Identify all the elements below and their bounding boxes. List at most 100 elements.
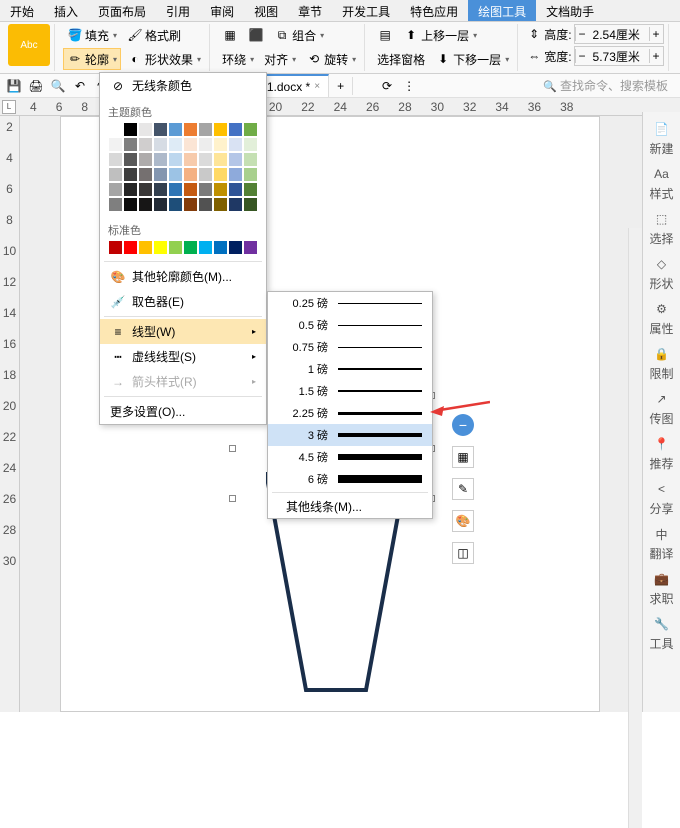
bring-forward-button[interactable]: ⬆上移一层▾ bbox=[399, 24, 481, 46]
color-swatch[interactable] bbox=[213, 167, 228, 182]
color-swatch[interactable] bbox=[168, 197, 183, 212]
close-icon[interactable]: × bbox=[314, 81, 320, 92]
wrap-button[interactable]: ▦ bbox=[218, 24, 242, 46]
tab-10[interactable]: 文档助手 bbox=[536, 0, 604, 21]
color-swatch[interactable] bbox=[213, 182, 228, 197]
tab-3[interactable]: 引用 bbox=[156, 0, 200, 21]
color-swatch[interactable] bbox=[198, 167, 213, 182]
color-swatch[interactable] bbox=[213, 240, 228, 255]
more-colors-item[interactable]: 🎨其他轮廓颜色(M)... bbox=[100, 264, 266, 289]
crop-button[interactable]: ◫ bbox=[452, 542, 474, 564]
no-line-item[interactable]: ⊘无线条颜色 bbox=[100, 73, 266, 98]
color-swatch[interactable] bbox=[123, 240, 138, 255]
width-input[interactable]: −5.73厘米+ bbox=[574, 46, 664, 66]
color-swatch[interactable] bbox=[123, 137, 138, 152]
tab-4[interactable]: 审阅 bbox=[200, 0, 244, 21]
vertical-scrollbar[interactable] bbox=[628, 228, 642, 828]
color-swatch[interactable] bbox=[168, 240, 183, 255]
color-swatch[interactable] bbox=[213, 152, 228, 167]
align-button[interactable]: ⬛ bbox=[244, 24, 268, 46]
sidebar-item[interactable]: 💼求职 bbox=[649, 570, 673, 607]
sidebar-item[interactable]: Aa样式 bbox=[649, 165, 673, 202]
color-swatch[interactable] bbox=[108, 182, 123, 197]
color-swatch[interactable] bbox=[138, 197, 153, 212]
color-swatch[interactable] bbox=[228, 197, 243, 212]
color-swatch[interactable] bbox=[198, 152, 213, 167]
align-dd-button[interactable]: 对齐▾ bbox=[260, 48, 300, 70]
tab-9[interactable]: 绘图工具 bbox=[468, 0, 536, 21]
color-swatch[interactable] bbox=[108, 122, 123, 137]
preview-icon[interactable]: 🔍 bbox=[50, 78, 66, 94]
sidebar-item[interactable]: ↗传图 bbox=[649, 390, 673, 427]
color-swatch[interactable] bbox=[153, 167, 168, 182]
color-swatch[interactable] bbox=[213, 197, 228, 212]
line-weight-item[interactable]: ≡线型(W)▸ bbox=[100, 319, 266, 344]
menu-icon[interactable]: ⋮ bbox=[401, 78, 417, 94]
weight-option[interactable]: 6 磅 bbox=[268, 468, 432, 490]
collapse-button[interactable]: − bbox=[452, 414, 474, 436]
weight-option[interactable]: 1 磅 bbox=[268, 358, 432, 380]
color-swatch[interactable] bbox=[213, 122, 228, 137]
color-swatch[interactable] bbox=[183, 197, 198, 212]
color-swatch[interactable] bbox=[228, 137, 243, 152]
weight-option[interactable]: 0.75 磅 bbox=[268, 336, 432, 358]
weight-option[interactable]: 1.5 磅 bbox=[268, 380, 432, 402]
color-swatch[interactable] bbox=[183, 137, 198, 152]
color-swatch[interactable] bbox=[243, 167, 258, 182]
tab-8[interactable]: 特色应用 bbox=[400, 0, 468, 21]
color-swatch[interactable] bbox=[168, 122, 183, 137]
color-swatch[interactable] bbox=[228, 182, 243, 197]
eyedropper-item[interactable]: 💉取色器(E) bbox=[100, 289, 266, 314]
color-swatch[interactable] bbox=[243, 122, 258, 137]
color-swatch[interactable] bbox=[198, 137, 213, 152]
refresh-icon[interactable]: ⟳ bbox=[379, 78, 395, 94]
color-swatch[interactable] bbox=[123, 167, 138, 182]
shape-effect-button[interactable]: ◐形状效果▾ bbox=[123, 48, 205, 70]
color-swatch[interactable] bbox=[153, 137, 168, 152]
shape-style-preview[interactable]: Abc bbox=[8, 24, 50, 66]
color-swatch[interactable] bbox=[183, 152, 198, 167]
color-swatch[interactable] bbox=[138, 122, 153, 137]
color-swatch[interactable] bbox=[138, 182, 153, 197]
sidebar-item[interactable]: 📍推荐 bbox=[649, 435, 673, 472]
color-swatch[interactable] bbox=[168, 182, 183, 197]
tab-add[interactable]: + bbox=[329, 77, 353, 95]
color-swatch[interactable] bbox=[108, 167, 123, 182]
color-swatch[interactable] bbox=[153, 182, 168, 197]
color-swatch[interactable] bbox=[153, 240, 168, 255]
outline-button[interactable]: ✏轮廓▾ bbox=[63, 48, 121, 70]
height-decrement[interactable]: − bbox=[575, 27, 589, 41]
color-swatch[interactable] bbox=[243, 182, 258, 197]
tab-0[interactable]: 开始 bbox=[0, 0, 44, 21]
color-swatch[interactable] bbox=[243, 137, 258, 152]
color-swatch[interactable] bbox=[183, 167, 198, 182]
more-settings-item[interactable]: 更多设置(O)... bbox=[100, 399, 266, 424]
weight-option[interactable]: 0.25 磅 bbox=[268, 292, 432, 314]
color-swatch[interactable] bbox=[108, 197, 123, 212]
layout-button[interactable]: ▦ bbox=[452, 446, 474, 468]
color-swatch[interactable] bbox=[198, 197, 213, 212]
search-input[interactable]: 🔍 查找命令、搜索模板 bbox=[537, 75, 674, 96]
weight-option[interactable]: 3 磅 bbox=[268, 424, 432, 446]
color-swatch[interactable] bbox=[198, 240, 213, 255]
width-decrement[interactable]: − bbox=[575, 49, 589, 63]
tab-5[interactable]: 视图 bbox=[244, 0, 288, 21]
sidebar-item[interactable]: ◇形状 bbox=[649, 255, 673, 292]
color-swatch[interactable] bbox=[168, 152, 183, 167]
sidebar-item[interactable]: 🔒限制 bbox=[649, 345, 673, 382]
width-increment[interactable]: + bbox=[649, 49, 663, 63]
color-swatch[interactable] bbox=[123, 122, 138, 137]
color-swatch[interactable] bbox=[183, 122, 198, 137]
color-swatch[interactable] bbox=[198, 122, 213, 137]
undo-icon[interactable]: ↶ bbox=[72, 78, 88, 94]
color-swatch[interactable] bbox=[228, 167, 243, 182]
tab-2[interactable]: 页面布局 bbox=[88, 0, 156, 21]
color-swatch[interactable] bbox=[153, 152, 168, 167]
color-swatch[interactable] bbox=[243, 240, 258, 255]
color-swatch[interactable] bbox=[153, 122, 168, 137]
format-painter-button[interactable]: 🖌格式刷 bbox=[123, 24, 185, 46]
color-swatch[interactable] bbox=[138, 240, 153, 255]
group-button[interactable]: ⧉组合▾ bbox=[270, 24, 328, 46]
color-swatch[interactable] bbox=[138, 152, 153, 167]
color-swatch[interactable] bbox=[153, 197, 168, 212]
